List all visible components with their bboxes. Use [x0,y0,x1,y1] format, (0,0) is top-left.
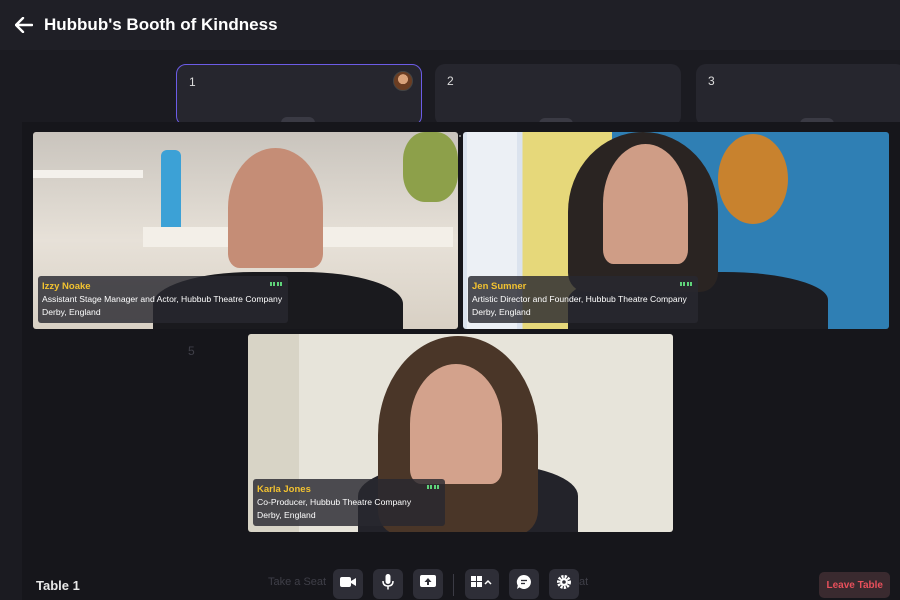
table-label: Table 1 [36,578,80,593]
share-screen-icon [420,574,436,594]
participant-location: Derby, England [472,307,531,317]
layout-button[interactable] [465,569,499,599]
microphone-button[interactable] [373,569,403,599]
table-card-3[interactable]: 3 [696,64,900,130]
participant-location: Derby, England [42,307,101,317]
participant-label: Izzy Noake Assistant Stage Manager and A… [38,276,289,323]
participant-role: Assistant Stage Manager and Actor, Hubbu… [42,294,283,304]
participant-role: Co-Producer, Hubbub Theatre Company [257,497,412,507]
video-stage: 5 Izzy Noake Assistant Stage Manager and… [22,122,900,600]
camera-icon [340,575,356,593]
table-number: 1 [189,75,196,89]
app-header: Hubbub's Booth of Kindness [0,0,900,50]
table-number: 2 [447,74,454,88]
chat-button[interactable] [509,569,539,599]
participant-name: Karla Jones [257,484,311,495]
avatar [393,71,413,91]
person-head [228,148,323,268]
drag-handle[interactable] [454,124,470,137]
back-arrow-icon[interactable] [12,13,36,37]
video-tile-jen[interactable]: Jen Sumner Artistic Director and Founder… [463,132,889,329]
participant-location: Derby, England [257,510,316,520]
shelf [33,170,143,178]
table-number: 3 [708,74,715,88]
participant-label: Karla Jones Co-Producer, Hubbub Theatre … [253,479,445,526]
chat-icon [516,574,532,595]
share-screen-button[interactable] [413,569,443,599]
hidden-table-number: 5 [188,344,195,358]
microphone-icon [382,573,394,595]
take-seat-text: Take a Seat [268,576,327,588]
sunflower [718,134,788,224]
page-title: Hubbub's Booth of Kindness [44,15,278,34]
participant-name: Jen Sumner [472,281,527,292]
faint-text: at [579,576,589,588]
layout-grid-icon [471,575,493,593]
table-card-2[interactable]: 2 [435,64,681,130]
call-toolbar: Table 1 Take a Seat at Leave Table [22,540,900,600]
video-tile-izzy[interactable]: Izzy Noake Assistant Stage Manager and A… [33,132,458,329]
participant-name: Izzy Noake [42,281,91,292]
settings-button[interactable] [549,569,579,599]
person-head [603,144,688,264]
settings-icon [556,574,572,595]
camera-button[interactable] [333,569,363,599]
leave-table-button[interactable]: Leave Table [819,572,890,598]
participant-role: Artistic Director and Founder, Hubbub Th… [472,294,687,304]
video-tile-karla[interactable]: Karla Jones Co-Producer, Hubbub Theatre … [248,334,673,532]
person-head [410,364,502,484]
table-card-1[interactable]: 1 [176,64,422,129]
audio-level-icon [679,282,692,286]
audio-level-icon [426,485,439,489]
plant [403,132,458,202]
toolbar-divider [453,574,454,596]
audio-level-icon [269,282,283,286]
participant-label: Jen Sumner Artistic Director and Founder… [468,276,698,323]
